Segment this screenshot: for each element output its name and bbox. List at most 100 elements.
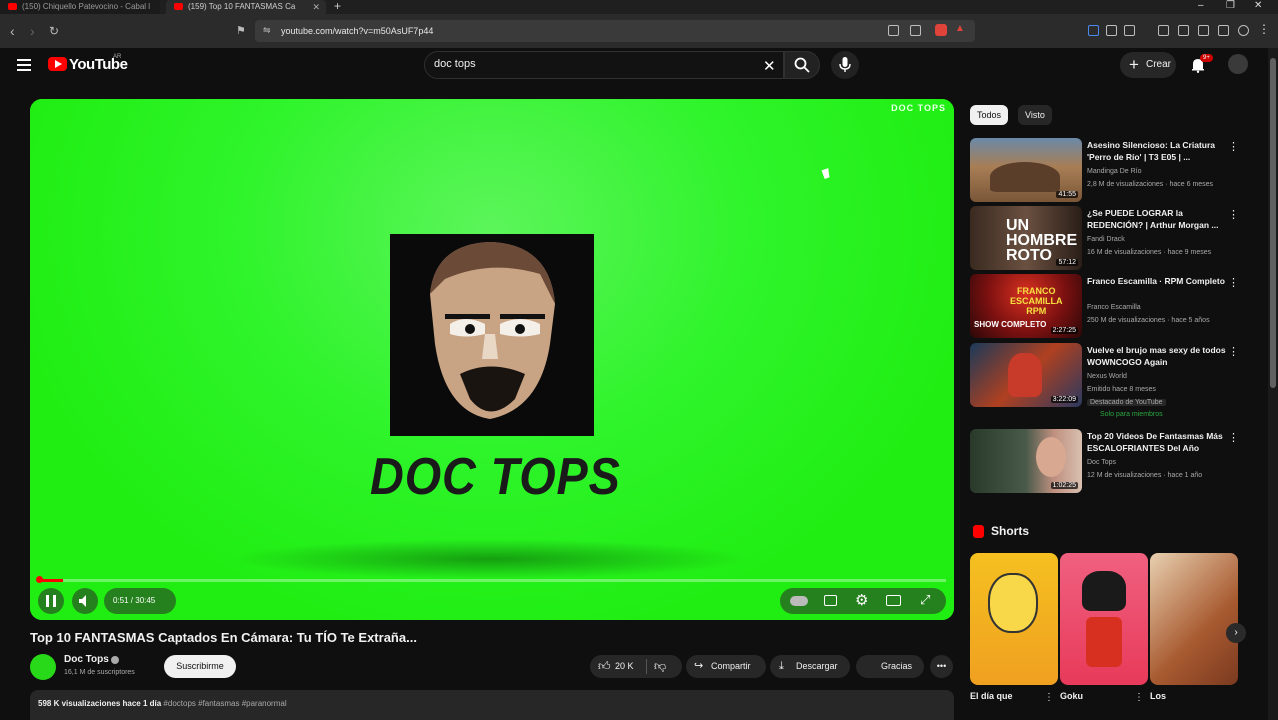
browser-tab-strip: (150) Chiquello Patevocino - Cabal l (15… xyxy=(0,0,1278,14)
share-page-icon[interactable] xyxy=(910,25,921,36)
tabs-icon[interactable] xyxy=(1198,25,1209,36)
chip-watched[interactable]: Visto xyxy=(1018,105,1052,125)
youtube-logo-icon[interactable] xyxy=(48,57,67,71)
duration-badge: 1:02:25 xyxy=(1050,482,1078,489)
members-only-badge: Solo para miembros xyxy=(1100,411,1163,418)
channel-avatar[interactable] xyxy=(30,654,56,680)
verified-badge-icon xyxy=(111,656,119,664)
like-dislike-group: 👍︎ 20 K 👎︎ xyxy=(590,655,682,678)
cast-icon[interactable] xyxy=(888,25,899,36)
new-tab-button[interactable]: + xyxy=(334,0,341,13)
channel-name[interactable]: Doc Tops xyxy=(64,654,109,665)
shield-icon[interactable] xyxy=(1238,25,1249,36)
recommended-video[interactable]: 1:02:25 Top 20 Videos De Fantasmas Más E… xyxy=(970,429,1242,495)
progress-bar[interactable] xyxy=(38,579,946,582)
volume-button[interactable] xyxy=(72,588,98,614)
theater-mode-icon[interactable] xyxy=(886,595,901,606)
more-vertical-icon[interactable]: ⋮ xyxy=(1134,692,1144,703)
short-title: El día que xyxy=(970,691,1013,701)
recommended-channel: Doc Tops xyxy=(1087,459,1117,466)
recommended-video[interactable]: UN HOMBRE ROTO 57:12 ¿Se PUEDE LOGRAR la R… xyxy=(970,206,1242,272)
restore-icon[interactable]: ❐ xyxy=(1226,0,1235,12)
channel-watermark[interactable]: DOC TOPS xyxy=(891,103,946,113)
like-icon[interactable]: 👍︎ xyxy=(598,655,611,678)
scrubber-handle[interactable] xyxy=(36,576,43,583)
thanks-button[interactable]: Gracias xyxy=(856,655,924,678)
chip-all[interactable]: Todos xyxy=(970,105,1009,125)
browser-tab-active[interactable]: (159) Top 10 FANTASMAS Ca ✕ xyxy=(166,0,326,14)
clear-search-icon[interactable]: ✕ xyxy=(763,57,776,75)
like-count[interactable]: 20 K xyxy=(615,655,634,678)
video-thumbnail: 41:55 xyxy=(970,138,1082,202)
autoplay-toggle[interactable] xyxy=(790,596,808,606)
window-close-icon[interactable]: ✕ xyxy=(1254,0,1262,12)
youtube-header: YouTube AR ✕ Crear 9+ xyxy=(0,48,1265,88)
page-scrollbar[interactable] xyxy=(1268,48,1278,720)
create-button[interactable]: Crear xyxy=(1120,52,1176,78)
more-vertical-icon[interactable]: ⋮ xyxy=(1228,208,1239,221)
recommended-meta: Emitido hace 8 meses xyxy=(1087,386,1156,393)
recommended-video[interactable]: FRANCO ESCAMILLA RPM SHOW COMPLETO 2:27:25… xyxy=(970,274,1242,340)
browser-tab[interactable]: (150) Chiquello Patevocino - Cabal l xyxy=(0,0,160,14)
extension-icon[interactable] xyxy=(1088,25,1099,36)
download-button[interactable]: ⤓ Descargar xyxy=(770,655,850,678)
forward-icon[interactable]: › xyxy=(30,23,35,39)
sidebar-icon[interactable] xyxy=(1178,25,1189,36)
youtube-favicon-icon xyxy=(8,3,17,10)
back-icon[interactable]: ‹ xyxy=(10,23,15,39)
more-vertical-icon[interactable]: ⋮ xyxy=(1228,345,1239,358)
voice-search-button[interactable] xyxy=(831,51,859,79)
puzzle-icon[interactable] xyxy=(1106,25,1117,36)
search-button[interactable] xyxy=(784,51,820,79)
address-bar[interactable]: ⇋ youtube.com/watch?v=m50AsUF7p44 ▲ xyxy=(255,20,975,42)
share-button[interactable]: ↪ Compartir xyxy=(686,655,766,678)
ai-icon[interactable] xyxy=(1218,25,1229,36)
more-vertical-icon[interactable]: ⋮ xyxy=(1228,431,1239,444)
video-thumbnail: UN HOMBRE ROTO 57:12 xyxy=(970,206,1082,270)
video-title: Top 10 FANTASMAS Captados En Cámara: Tu … xyxy=(30,630,417,645)
scrollbar-thumb[interactable] xyxy=(1270,58,1276,388)
more-actions-button[interactable]: ••• xyxy=(930,655,953,678)
share-icon: ↪ xyxy=(694,660,704,672)
alert-icon[interactable]: ▲ xyxy=(955,23,965,34)
recommended-channel: Mandinga De Río xyxy=(1087,168,1142,175)
video-player[interactable]: DOC TOPS DOC TOPS 0:51 / 30:45 ⚙ ⤢ xyxy=(30,99,954,620)
pause-button[interactable] xyxy=(38,588,64,614)
search-box[interactable]: ✕ xyxy=(424,51,784,79)
downloads-icon[interactable] xyxy=(1124,25,1135,36)
search-input[interactable] xyxy=(434,58,734,70)
short-thumbnail[interactable] xyxy=(970,553,1058,685)
subscriber-count: 16,1 M de suscriptores xyxy=(64,669,135,676)
video-thumbnail: 1:02:25 xyxy=(970,429,1082,493)
menu-kebab-icon[interactable]: ⋮ xyxy=(1258,22,1270,36)
close-tab-icon[interactable]: ✕ xyxy=(312,0,320,14)
hashtags[interactable]: #doctops #fantasmas #paranormal xyxy=(163,699,286,708)
more-vertical-icon[interactable]: ⋮ xyxy=(1228,276,1239,289)
subtitles-icon[interactable] xyxy=(824,595,837,606)
subscribe-button[interactable]: Suscribirme xyxy=(164,655,236,678)
short-thumbnail[interactable] xyxy=(1150,553,1238,685)
site-info-icon[interactable]: ⇋ xyxy=(263,25,271,36)
recommended-video[interactable]: 41:55 Asesino Silencioso: La Criatura 'P… xyxy=(970,138,1242,204)
shorts-next-button[interactable]: › xyxy=(1226,623,1246,643)
minimize-icon[interactable]: – xyxy=(1198,0,1204,12)
player-controls-right: ⚙ ⤢ xyxy=(780,588,946,614)
description-box[interactable]: 598 K visualizaciones hace 1 día #doctop… xyxy=(30,690,954,720)
short-thumbnail[interactable] xyxy=(1060,553,1148,685)
duration-badge: 3:22:09 xyxy=(1050,396,1078,403)
media-icon[interactable] xyxy=(1158,25,1169,36)
reload-icon[interactable]: ↻ xyxy=(49,23,59,39)
hamburger-menu-icon[interactable] xyxy=(17,59,31,71)
account-avatar[interactable] xyxy=(1228,54,1248,74)
recommended-video[interactable]: 3:22:09 Vuelve el brujo mas sexy de todo… xyxy=(970,343,1242,423)
recommended-meta: 12 M de visualizaciones · hace 1 año xyxy=(1087,472,1203,479)
more-vertical-icon[interactable]: ⋮ xyxy=(1228,140,1239,153)
settings-gear-icon[interactable]: ⚙ xyxy=(855,591,868,609)
extension-icon[interactable] xyxy=(935,24,947,36)
more-vertical-icon[interactable]: ⋮ xyxy=(1044,692,1054,703)
bookmark-icon[interactable]: ⚑ xyxy=(236,23,246,39)
description-line: 598 K visualizaciones hace 1 día #doctop… xyxy=(38,699,287,708)
volume-icon xyxy=(79,595,86,607)
dislike-icon[interactable]: 👎︎ xyxy=(654,655,666,678)
fullscreen-icon[interactable]: ⤢ xyxy=(920,592,930,608)
